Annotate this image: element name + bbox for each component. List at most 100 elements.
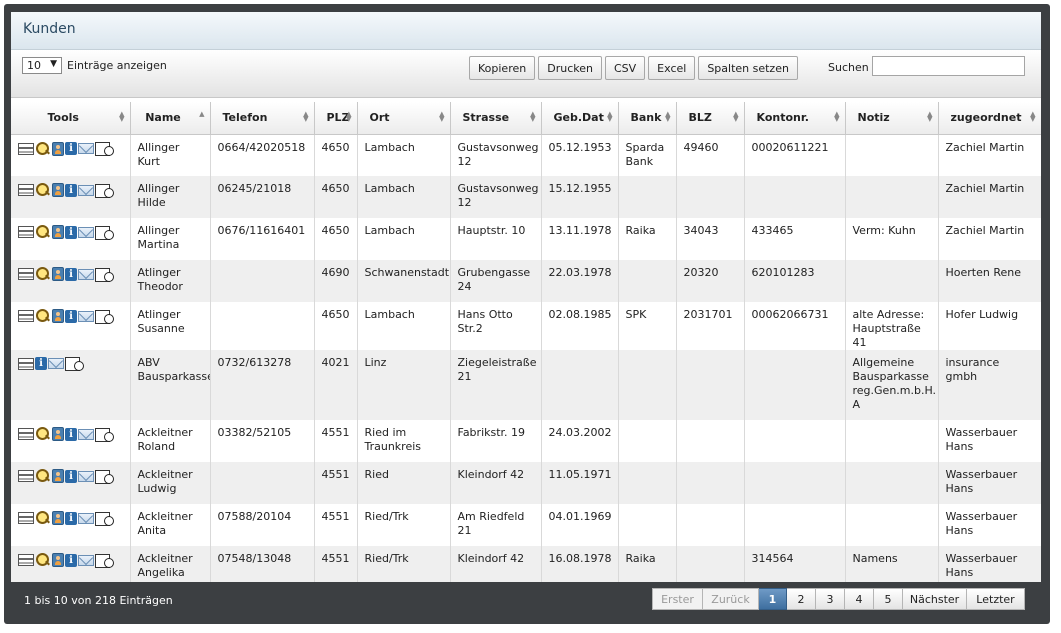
mail-icon[interactable] xyxy=(48,358,64,369)
calendar-clock-icon[interactable] xyxy=(95,225,115,240)
calendar-clock-icon[interactable] xyxy=(95,141,115,156)
info-icon[interactable]: i xyxy=(65,183,77,197)
info-icon[interactable]: i xyxy=(65,142,77,155)
calendar-clock-icon[interactable] xyxy=(95,309,115,324)
column-header-blz[interactable]: BLZ ▲ ▼ xyxy=(676,102,745,135)
excel-button[interactable]: Excel xyxy=(648,56,696,80)
info-icon[interactable]: i xyxy=(35,357,47,370)
csv-button[interactable]: CSV xyxy=(604,56,646,80)
info-icon[interactable]: i xyxy=(65,553,77,567)
mail-icon[interactable] xyxy=(78,226,94,238)
calendar-clock-icon[interactable] xyxy=(65,356,85,371)
page-1-button[interactable]: 1 xyxy=(759,588,787,610)
column-header-notiz[interactable]: Notiz ▲ ▼ xyxy=(845,102,939,135)
info-icon[interactable]: i xyxy=(65,267,77,281)
contact-icon[interactable] xyxy=(52,309,64,323)
card-icon[interactable] xyxy=(18,310,34,322)
page-2-button[interactable]: 2 xyxy=(787,588,816,610)
card-icon[interactable] xyxy=(18,268,34,280)
contact-icon[interactable] xyxy=(52,427,64,441)
cell-plz: 4551 xyxy=(314,546,358,582)
contact-icon[interactable] xyxy=(52,183,64,197)
column-header-bank[interactable]: Bank ▲ ▼ xyxy=(618,102,677,135)
search-input[interactable] xyxy=(872,56,1025,76)
print-button[interactable]: Drucken xyxy=(538,56,602,80)
mail-icon[interactable] xyxy=(78,184,94,196)
calendar-clock-icon[interactable] xyxy=(95,427,115,442)
search-icon[interactable] xyxy=(35,266,51,282)
search-icon[interactable] xyxy=(35,308,51,324)
search-icon[interactable] xyxy=(35,426,51,442)
column-header-strasse[interactable]: Strasse ▲ ▼ xyxy=(450,102,542,135)
search-icon[interactable] xyxy=(35,510,51,526)
column-header-plz[interactable]: PLZ ▲ ▼ xyxy=(314,102,358,135)
page-3-button[interactable]: 3 xyxy=(816,588,845,610)
mail-icon[interactable] xyxy=(78,143,94,154)
mail-icon[interactable] xyxy=(78,268,94,280)
contact-icon[interactable] xyxy=(52,553,64,567)
table-row[interactable]: i Allinger Kurt 0664/42020518 4650 Lambach Gu… xyxy=(11,134,1041,176)
contact-icon[interactable] xyxy=(52,141,64,156)
column-visibility-button[interactable]: Spalten setzen xyxy=(698,56,798,80)
search-icon[interactable] xyxy=(35,182,51,198)
column-header-zugeordnet[interactable]: zugeordnet ▲ ▼ xyxy=(938,102,1041,135)
mail-icon[interactable] xyxy=(78,428,94,440)
mail-icon[interactable] xyxy=(78,554,94,566)
table-row[interactable]: i Atlinger Theodor 4690 Schwanenstadt Gruben… xyxy=(11,260,1041,302)
info-icon[interactable]: i xyxy=(65,469,77,483)
info-icon[interactable]: i xyxy=(65,427,77,441)
calendar-clock-icon[interactable] xyxy=(95,553,115,568)
mail-icon[interactable] xyxy=(78,470,94,482)
table-row[interactable]: i Ackleitner Roland 03382/52105 4551 Ried im… xyxy=(11,420,1041,462)
info-icon[interactable]: i xyxy=(65,511,77,525)
mail-icon[interactable] xyxy=(78,512,94,524)
card-icon[interactable] xyxy=(18,184,34,196)
table-row[interactable]: i Allinger Martina 0676/11616401 4650 Lambac… xyxy=(11,218,1041,260)
page-length-select[interactable]: 10 ▼ xyxy=(22,57,62,74)
calendar-clock-icon[interactable] xyxy=(95,511,115,526)
card-icon[interactable] xyxy=(18,357,34,370)
info-icon[interactable]: i xyxy=(65,309,77,323)
table-row[interactable]: i ABV Bausparkasse 0732/613278 4021 Linz Zieg… xyxy=(11,350,1041,420)
column-header-ort[interactable]: Ort ▲ ▼ xyxy=(357,102,451,135)
cell-name: Allinger Martina xyxy=(130,218,211,260)
first-page-button[interactable]: Erster xyxy=(652,588,703,610)
info-icon[interactable]: i xyxy=(65,225,77,239)
mail-icon[interactable] xyxy=(78,310,94,322)
table-row[interactable]: i Atlinger Susanne 4650 Lambach Hans Otto St… xyxy=(11,302,1041,350)
table-row[interactable]: i Ackleitner Angelika 07548/13048 4551 Ried/… xyxy=(11,546,1041,582)
calendar-clock-icon[interactable] xyxy=(95,469,115,484)
table-row[interactable]: i Ackleitner Ludwig 4551 Ried Kleindorf 42 11… xyxy=(11,462,1041,504)
last-page-button[interactable]: Letzter xyxy=(967,588,1025,610)
search-icon[interactable] xyxy=(35,468,51,484)
table-row[interactable]: i Ackleitner Anita 07588/20104 4551 Ried/Trk… xyxy=(11,504,1041,546)
search-icon[interactable] xyxy=(35,224,51,240)
contact-icon[interactable] xyxy=(52,469,64,483)
search-icon[interactable] xyxy=(35,141,51,157)
card-icon[interactable] xyxy=(18,512,34,524)
calendar-clock-icon[interactable] xyxy=(95,183,115,198)
column-header-kontonr[interactable]: Kontonr. ▲ ▼ xyxy=(744,102,846,135)
card-icon[interactable] xyxy=(18,470,34,482)
calendar-clock-icon[interactable] xyxy=(95,267,115,282)
contact-icon[interactable] xyxy=(52,511,64,525)
cell-telefon: 06245/21018 xyxy=(210,176,315,218)
page-4-button[interactable]: 4 xyxy=(845,588,874,610)
column-header-telefon[interactable]: Telefon ▲ ▼ xyxy=(210,102,315,135)
card-icon[interactable] xyxy=(18,142,34,155)
page-5-button[interactable]: 5 xyxy=(874,588,903,610)
column-header-gebdat[interactable]: Geb.Dat ▲ ▼ xyxy=(541,102,619,135)
column-header-name[interactable]: Name ▲ xyxy=(130,102,211,135)
copy-button[interactable]: Kopieren xyxy=(469,56,536,80)
cell-notiz xyxy=(845,176,939,218)
next-page-button[interactable]: Nächster xyxy=(903,588,967,610)
search-icon[interactable] xyxy=(35,552,51,568)
card-icon[interactable] xyxy=(18,428,34,440)
column-header-tools[interactable]: Tools ▲ ▼ xyxy=(11,102,131,135)
contact-icon[interactable] xyxy=(52,267,64,281)
previous-page-button[interactable]: Zurück xyxy=(703,588,759,610)
card-icon[interactable] xyxy=(18,554,34,566)
contact-icon[interactable] xyxy=(52,225,64,239)
card-icon[interactable] xyxy=(18,226,34,238)
table-row[interactable]: i Allinger Hilde 06245/21018 4650 Lambach Gus… xyxy=(11,176,1041,218)
